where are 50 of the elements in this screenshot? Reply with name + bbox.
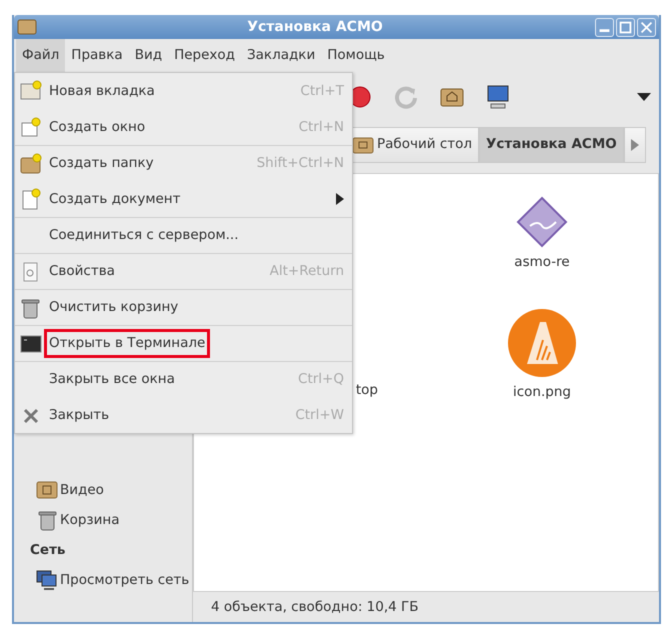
menu-item[interactable]: Очистить корзину xyxy=(15,289,352,325)
tab-icon xyxy=(19,80,43,102)
trash-icon xyxy=(36,509,58,531)
menu-item[interactable]: Закрыть все окна Ctrl+Q xyxy=(15,361,352,397)
menu-item[interactable]: Файл xyxy=(16,39,66,72)
sidebar-item[interactable]: Корзина xyxy=(14,505,192,535)
window-title: Установка АСМО xyxy=(246,18,384,36)
folder-icon xyxy=(19,152,43,174)
menu-item[interactable]: Соединиться с сервером... xyxy=(15,217,352,253)
folder-icon xyxy=(36,479,58,501)
menu-item[interactable]: Открыть в Терминале xyxy=(15,325,352,361)
file-name: top xyxy=(356,380,378,400)
menu-item[interactable]: Создать папку Shift+Ctrl+N xyxy=(15,145,352,181)
shortcut-text: Ctrl+Q xyxy=(298,370,344,390)
arrow-right-icon xyxy=(630,138,639,150)
computer-icon[interactable] xyxy=(485,84,511,110)
menu-item[interactable]: Помощь xyxy=(321,39,391,72)
shortcut-text: Ctrl+N xyxy=(298,118,344,137)
status-text: 4 объекта, свободно: 10,4 ГБ xyxy=(210,598,420,617)
sidebar-item[interactable]: Видео xyxy=(14,475,192,505)
menu-item[interactable]: Создать документ xyxy=(15,181,352,217)
file-name: asmo-re xyxy=(514,253,570,272)
dropdown-caret-icon[interactable] xyxy=(637,93,651,101)
terminal-icon xyxy=(19,332,43,354)
shortcut-text: Alt+Return xyxy=(270,262,344,282)
folder-icon xyxy=(17,18,37,36)
shortcut-text: Shift+Ctrl+N xyxy=(256,154,344,174)
minimize-button[interactable] xyxy=(595,18,614,36)
sidebar-item[interactable]: Просмотреть сеть xyxy=(14,565,192,595)
menu-item[interactable]: Вид xyxy=(128,39,168,72)
menu-item[interactable]: Закладки xyxy=(240,39,322,72)
menu-item[interactable]: Свойства Alt+Return xyxy=(15,253,352,289)
shortcut-text: Ctrl+W xyxy=(295,406,344,425)
file-name: icon.png xyxy=(513,383,571,402)
maximize-button[interactable] xyxy=(616,18,635,36)
submenu-arrow-icon xyxy=(336,193,344,205)
menu-item[interactable]: Новая вкладка Ctrl+T xyxy=(15,73,352,109)
close-button[interactable] xyxy=(637,18,656,36)
menu-item[interactable]: Правка xyxy=(65,39,129,72)
breadcrumb-button[interactable]: Установка АСМО xyxy=(479,126,624,162)
menu-item[interactable]: Закрыть Ctrl+W xyxy=(15,397,352,433)
logo-icon xyxy=(507,308,577,378)
diamond-file-icon xyxy=(516,196,568,248)
network-icon xyxy=(36,569,58,591)
menu-item[interactable]: Переход xyxy=(168,39,241,72)
shortcut-text: Ctrl+T xyxy=(300,82,344,101)
section-heading: Сеть xyxy=(29,540,66,560)
scroll-right-button[interactable] xyxy=(624,126,646,162)
window-icon xyxy=(19,116,43,138)
folder-icon xyxy=(352,134,374,154)
